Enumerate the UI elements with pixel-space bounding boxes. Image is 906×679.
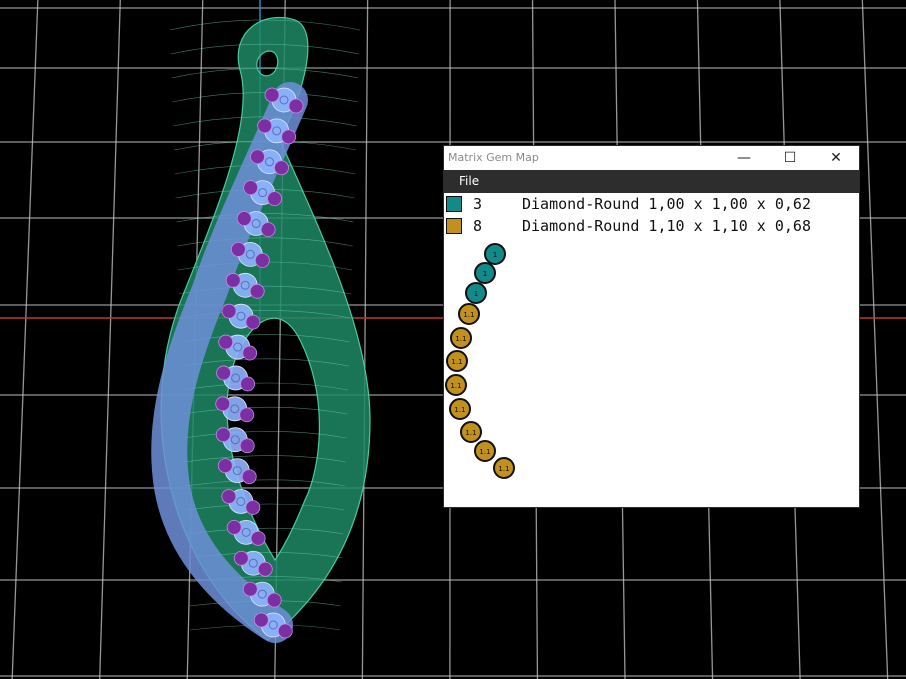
legend-row: 8 Diamond-Round 1,10 x 1,10 x 0,68	[444, 216, 859, 238]
maximize-button[interactable]: ☐	[767, 146, 813, 170]
close-button[interactable]: ✕	[813, 146, 859, 170]
gem-count: 3	[473, 195, 483, 213]
legend-row: 3 Diamond-Round 1,00 x 1,00 x 0,62	[444, 194, 859, 216]
gem-map-window[interactable]: Matrix Gem Map — ☐ ✕ File 3 Diamond-Roun…	[444, 146, 859, 507]
gem-marker-label: 1.1	[450, 382, 461, 390]
gem-marker-label: 1.1	[454, 406, 465, 414]
minimize-button[interactable]: —	[721, 146, 767, 170]
color-swatch	[446, 218, 462, 234]
gem-marker-label: 1.1	[465, 429, 476, 437]
gem-marker-label: 1.1	[455, 335, 466, 343]
window-titlebar[interactable]: Matrix Gem Map — ☐ ✕	[444, 146, 859, 170]
window-title: Matrix Gem Map	[448, 151, 539, 164]
gem-marker-label: 1.1	[498, 465, 509, 473]
gem-marker-label: 1.1	[463, 311, 474, 319]
gem-description: Diamond-Round 1,00 x 1,00 x 0,62	[522, 195, 811, 213]
gem-count: 8	[473, 217, 483, 235]
color-swatch	[446, 196, 462, 212]
menu-file[interactable]: File	[459, 174, 479, 188]
gem-description: Diamond-Round 1,10 x 1,10 x 0,68	[522, 217, 811, 235]
pendant-model[interactable]	[151, 16, 371, 643]
gem-marker-label: 1	[493, 251, 497, 259]
gem-map-diagram: 1 1 1 1.1 1.1 1.1 1.1 1.1 1.1 1.1 1.1	[445, 243, 515, 479]
gem-marker-label: 1.1	[479, 448, 490, 456]
menu-bar: File	[444, 170, 859, 193]
gem-marker-label: 1	[474, 290, 478, 298]
gem-marker-label: 1	[483, 270, 487, 278]
gem-marker-label: 1.1	[451, 358, 462, 366]
